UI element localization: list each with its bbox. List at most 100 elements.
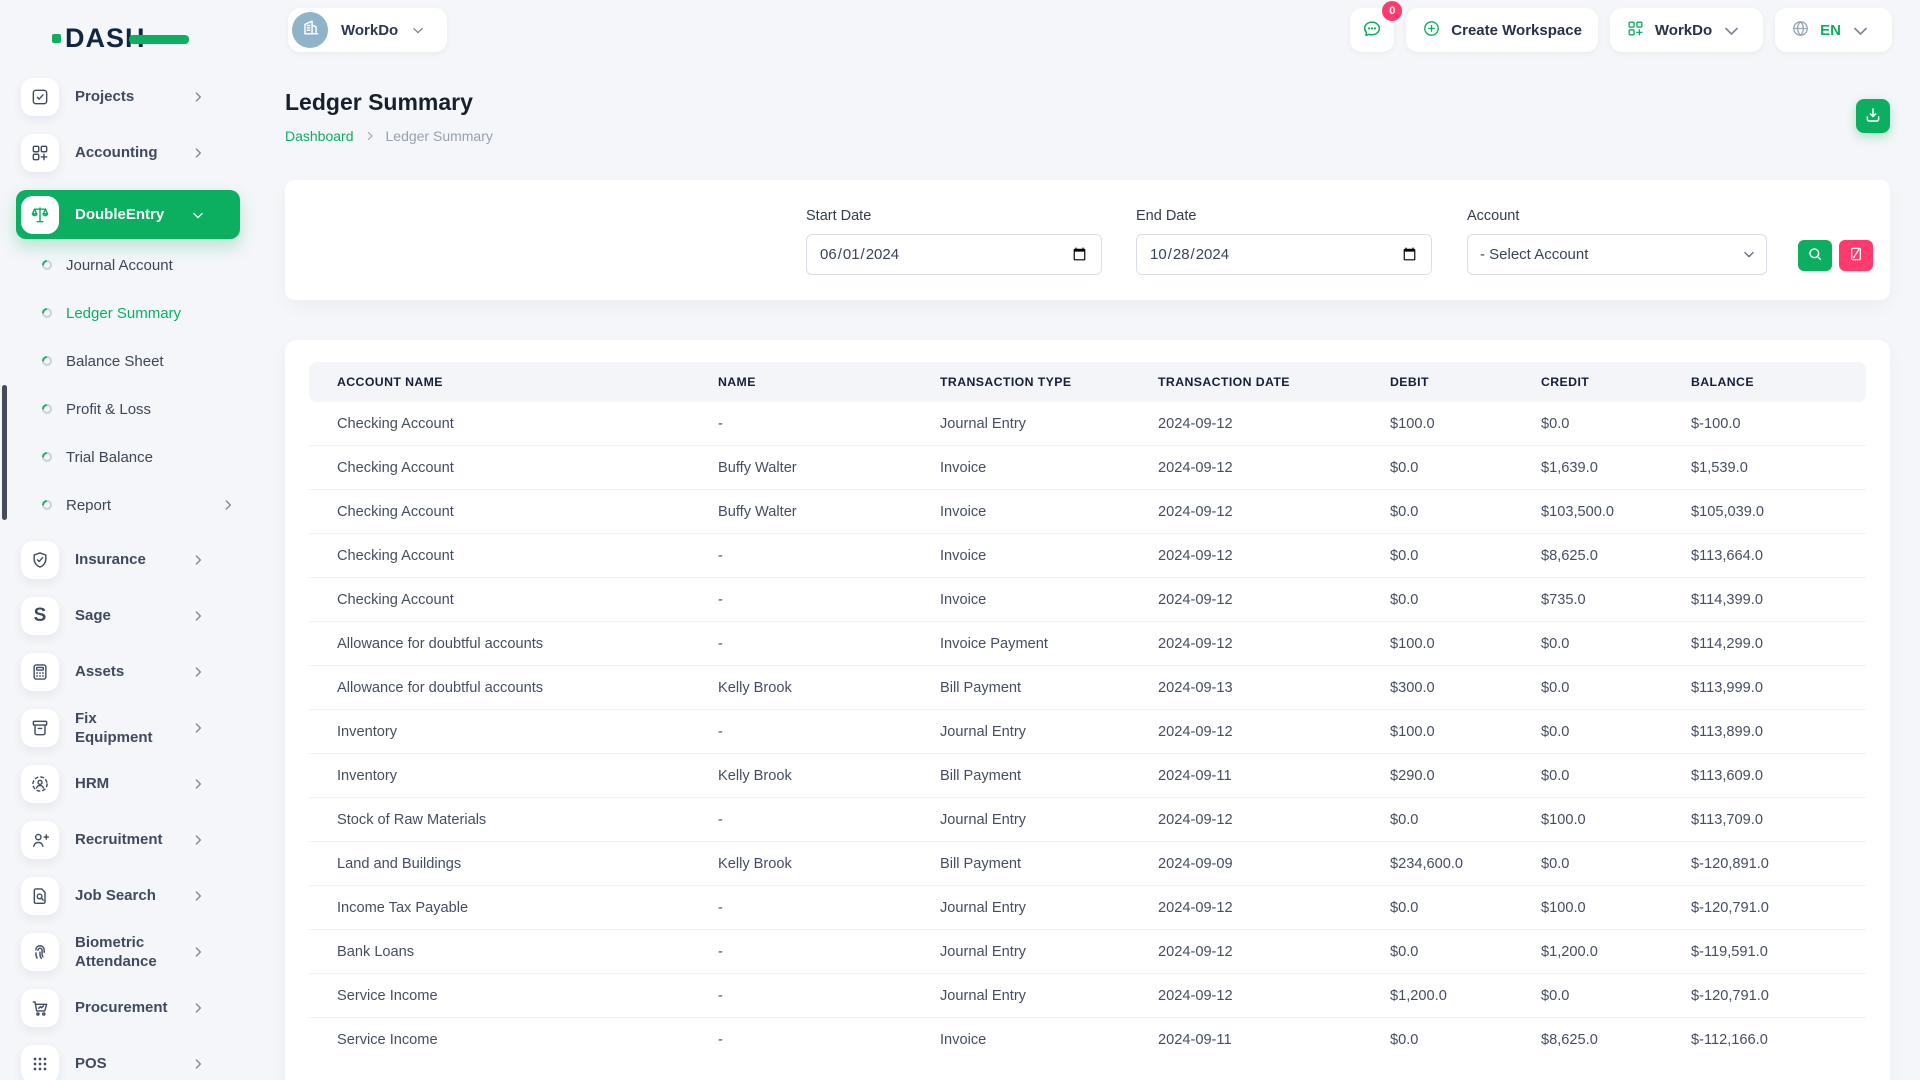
col-transaction-date: TRANSACTION DATE (1142, 362, 1374, 402)
start-date-input[interactable] (806, 234, 1102, 275)
sidebar-subitem-ledger-summary[interactable]: Ledger Summary (42, 301, 241, 325)
sidebar-item-job-search[interactable]: Job Search (21, 877, 241, 915)
sidebar-item-label: Recruitment (75, 830, 175, 850)
chevron-right-icon (221, 498, 235, 512)
cell-balance: $-120,891.0 (1675, 842, 1866, 886)
table-row: Checking Account-Invoice2024-09-12$0.0$7… (309, 578, 1866, 622)
main-content: Ledger Summary Dashboard Ledger Summary … (257, 60, 1920, 1080)
sidebar-item-insurance[interactable]: Insurance (21, 541, 241, 579)
sidebar-item-procurement[interactable]: Procurement (21, 989, 241, 1027)
person-plus-icon (21, 821, 59, 859)
table-body: Checking Account-Journal Entry2024-09-12… (309, 402, 1866, 1061)
workspace-switcher[interactable]: WorkDo (288, 8, 447, 52)
breadcrumb-dashboard-link[interactable]: Dashboard (285, 128, 354, 144)
cell-name: Buffy Walter (702, 446, 924, 490)
cell-credit: $0.0 (1525, 842, 1675, 886)
messages-button[interactable]: 0 (1350, 8, 1394, 52)
cell-credit: $8,625.0 (1525, 534, 1675, 578)
sidebar-item-accounting[interactable]: Accounting (21, 134, 241, 172)
cell-balance: $-119,591.0 (1675, 930, 1866, 974)
cell-transaction-date: 2024-09-12 (1142, 534, 1374, 578)
end-date-input[interactable] (1136, 234, 1432, 275)
sidebar-subitem-journal-account[interactable]: Journal Account (42, 253, 241, 277)
category-icon (21, 134, 59, 172)
end-date-group: End Date (1136, 208, 1432, 275)
cell-credit: $100.0 (1525, 886, 1675, 930)
account-select[interactable]: - Select Account (1467, 234, 1767, 275)
sidebar-item-fix-equipment[interactable]: Fix Equipment (21, 709, 241, 747)
cell-account-name: Checking Account (309, 446, 702, 490)
cell-credit: $1,639.0 (1525, 446, 1675, 490)
cell-transaction-date: 2024-09-12 (1142, 490, 1374, 534)
start-date-group: Start Date (806, 208, 1102, 275)
cell-credit: $0.0 (1525, 974, 1675, 1018)
cart-icon (21, 989, 59, 1027)
account-label: Account (1467, 208, 1767, 224)
chevron-right-icon (364, 130, 376, 142)
chevron-down-icon (411, 23, 425, 37)
cell-transaction-date: 2024-09-12 (1142, 710, 1374, 754)
chevron-right-icon (191, 553, 205, 567)
table-row: Inventory-Journal Entry2024-09-12$100.0$… (309, 710, 1866, 754)
cell-transaction-type: Bill Payment (924, 754, 1142, 798)
sidebar-item-label: Job Search (75, 886, 175, 906)
sidebar-subitem-report[interactable]: Report (42, 493, 241, 517)
cell-balance: $105,039.0 (1675, 490, 1866, 534)
sidebar-subitem-profit-loss[interactable]: Profit & Loss (42, 397, 241, 421)
cell-account-name: Bank Loans (309, 930, 702, 974)
sidebar-item-assets[interactable]: Assets (21, 653, 241, 691)
sidebar-subitem-trial-balance[interactable]: Trial Balance (42, 445, 241, 469)
cell-debit: $234,600.0 (1374, 842, 1525, 886)
language-label: EN (1820, 22, 1841, 39)
create-workspace-button[interactable]: Create Workspace (1406, 8, 1598, 52)
cell-account-name: Income Tax Payable (309, 886, 702, 930)
archive-box-icon (21, 709, 59, 747)
cell-transaction-type: Invoice Payment (924, 622, 1142, 666)
cell-balance: $1,539.0 (1675, 446, 1866, 490)
logo-accent-dot (52, 34, 61, 43)
cell-name: Kelly Brook (702, 754, 924, 798)
cell-credit: $100.0 (1525, 798, 1675, 842)
download-button[interactable] (1856, 99, 1890, 133)
sidebar-subitem-balance-sheet[interactable]: Balance Sheet (42, 349, 241, 373)
calculator-icon (21, 653, 59, 691)
app-logo[interactable]: DASH (65, 22, 205, 54)
sidebar-item-label: Insurance (75, 550, 175, 570)
cell-debit: $1,200.0 (1374, 974, 1525, 1018)
search-button[interactable] (1798, 240, 1832, 271)
sidebar-item-biometric-attendance[interactable]: Biometric Attendance (21, 933, 241, 971)
topbar-actions: 0 Create Workspace WorkDo EN (1350, 8, 1892, 52)
scales-icon (21, 196, 59, 234)
col-account-name: ACCOUNT NAME (309, 362, 702, 402)
sidebar-item-projects[interactable]: Projects (21, 78, 241, 116)
sidebar-item-sage[interactable]: SSage (21, 597, 241, 635)
cell-credit: $735.0 (1525, 578, 1675, 622)
sidebar-item-doubleentry[interactable]: DoubleEntry (16, 190, 240, 239)
sidebar-item-label: Accounting (75, 143, 175, 163)
sidebar-item-hrm[interactable]: HRM (21, 765, 241, 803)
workdo-menu-button[interactable]: WorkDo (1610, 8, 1763, 52)
chat-icon (1361, 18, 1383, 43)
cell-balance: $-100.0 (1675, 402, 1866, 446)
table-row: Stock of Raw Materials-Journal Entry2024… (309, 798, 1866, 842)
cell-account-name: Service Income (309, 974, 702, 1018)
filter-actions (1798, 240, 1873, 271)
cell-debit: $0.0 (1374, 446, 1525, 490)
chevron-right-icon (191, 665, 205, 679)
chevron-right-icon (191, 1001, 205, 1015)
download-icon (1864, 106, 1882, 127)
cell-name: Buffy Walter (702, 490, 924, 534)
reset-filter-button[interactable] (1839, 240, 1873, 271)
cell-balance: $114,399.0 (1675, 578, 1866, 622)
cell-name: - (702, 622, 924, 666)
sidebar-item-pos[interactable]: POS (21, 1045, 241, 1080)
plus-circle-icon (1422, 19, 1441, 42)
language-button[interactable]: EN (1775, 8, 1892, 52)
table-row: Checking Account-Journal Entry2024-09-12… (309, 402, 1866, 446)
window-scrollbar-thumb[interactable] (2, 385, 7, 520)
cell-debit: $0.0 (1374, 798, 1525, 842)
table-row: Land and BuildingsKelly BrookBill Paymen… (309, 842, 1866, 886)
col-name: NAME (702, 362, 924, 402)
clipboard-slash-icon (1848, 246, 1864, 265)
sidebar-item-recruitment[interactable]: Recruitment (21, 821, 241, 859)
